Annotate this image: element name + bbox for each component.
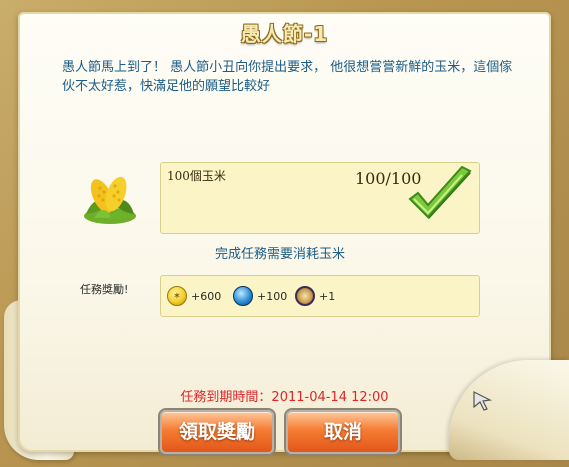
reward-badge-value: +1 <box>319 289 336 303</box>
reward-label: 任務獎勵! <box>80 283 129 296</box>
reward-badge: +1 <box>295 285 335 307</box>
quest-description: 愚人節馬上到了！ 愚人節小丑向你提出要求， 他很想嘗嘗新鮮的玉米，這個傢伙不太好… <box>62 60 513 94</box>
requirement-panel: 100個玉米 100/100 <box>160 162 480 234</box>
check-icon <box>408 165 472 219</box>
cancel-button[interactable]: 取消 <box>286 410 400 454</box>
claim-reward-button[interactable]: 領取獎勵 <box>160 410 274 454</box>
requirement-item-name: 100個玉米 <box>167 169 226 183</box>
reward-gem-value: +100 <box>257 289 288 303</box>
corn-icon <box>84 176 136 224</box>
cursor-icon <box>473 391 492 411</box>
badge-icon <box>295 286 315 306</box>
reward-coin: ✶ +600 <box>167 285 221 307</box>
consume-note: 完成任務需要消耗玉米 <box>214 247 345 262</box>
quest-title: 愚人節-1 <box>240 22 329 46</box>
reward-coin-value: +600 <box>191 289 222 303</box>
gem-icon <box>233 286 253 306</box>
reward-gem: +100 <box>233 285 287 307</box>
coin-icon: ✶ <box>167 286 187 306</box>
reward-panel: ✶ +600 +100 +1 <box>160 275 480 317</box>
